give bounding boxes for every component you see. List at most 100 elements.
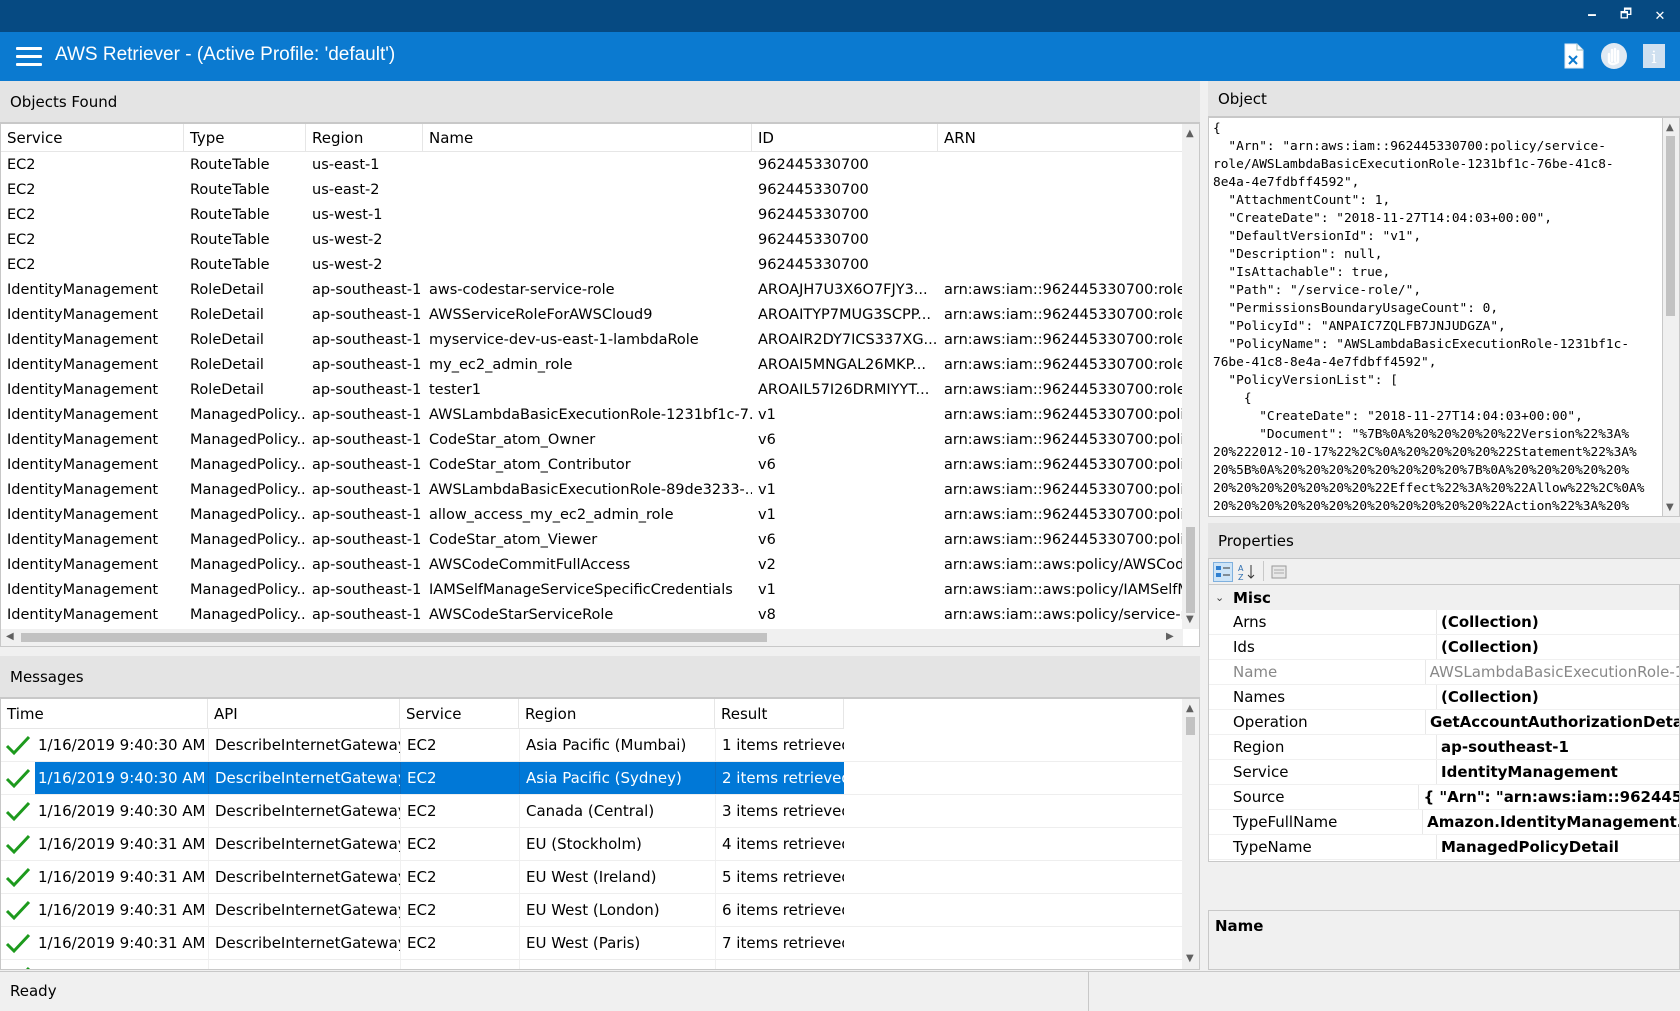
property-value[interactable]: (Collection) xyxy=(1437,685,1539,709)
scroll-left-icon[interactable]: ◀ xyxy=(6,631,14,642)
property-row[interactable]: Names (Collection) xyxy=(1209,685,1679,710)
property-row[interactable]: Operation GetAccountAuthorizationDetail xyxy=(1209,710,1679,735)
property-row[interactable]: Service IdentityManagement xyxy=(1209,760,1679,785)
close-button[interactable]: ✕ xyxy=(1640,0,1680,32)
column-header-service[interactable]: Service xyxy=(1,124,184,151)
table-row[interactable]: IdentityManagement ManagedPolicy... ap-sou… xyxy=(1,502,1183,527)
message-row[interactable]: 1/16/2019 9:40:30 AM DescribeInternetGate… xyxy=(1,795,1183,828)
properties-panel-title: Properties xyxy=(1218,531,1294,550)
table-cell: ap-southeast-1 xyxy=(312,281,422,298)
table-cell: ManagedPolicy... xyxy=(190,406,306,423)
table-row[interactable]: IdentityManagement ManagedPolicy... ap-sou… xyxy=(1,577,1183,602)
table-cell: arn:aws:iam::962445330700:role/r xyxy=(944,356,1183,373)
property-value[interactable]: (Collection) xyxy=(1437,610,1539,634)
property-value[interactable]: Amazon.IdentityManagement.M xyxy=(1423,810,1679,834)
column-header-id[interactable]: ID xyxy=(752,124,938,151)
table-row[interactable]: EC2 RouteTable us-west-2 962445330700 xyxy=(1,252,1183,277)
table-row[interactable]: IdentityManagement RoleDetail ap-southeast… xyxy=(1,302,1183,327)
table-row[interactable]: IdentityManagement ManagedPolicy... ap-sou… xyxy=(1,527,1183,552)
message-cell: EC2 xyxy=(400,894,519,926)
table-cell: ManagedPolicy... xyxy=(190,581,306,598)
object-vscroll-thumb[interactable] xyxy=(1666,136,1675,316)
property-value[interactable]: AWSLambdaBasicExecutionRole-12 xyxy=(1426,660,1679,684)
table-row[interactable]: IdentityManagement ManagedPolicy... ap-sou… xyxy=(1,602,1183,627)
property-row[interactable]: TypeName ManagedPolicyDetail xyxy=(1209,835,1679,860)
property-value[interactable]: IdentityManagement xyxy=(1437,760,1618,784)
property-category-misc[interactable]: ⌄ Misc xyxy=(1209,585,1679,610)
table-row[interactable]: EC2 RouteTable us-west-2 962445330700 xyxy=(1,227,1183,252)
message-row[interactable]: 1/16/2019 9:40:31 AMDescribeInternetGate… xyxy=(1,861,1183,894)
property-value[interactable]: ap-southeast-1 xyxy=(1437,735,1569,759)
scroll-right-icon[interactable]: ▶ xyxy=(1166,631,1174,642)
toolbar-separator xyxy=(1263,561,1264,581)
message-row[interactable]: 1/16/2019 9:40:31 AMDescribeInternetGate… xyxy=(1,894,1183,927)
table-cell: AROAIR2DY7ICS337XG... xyxy=(758,331,938,348)
property-row[interactable]: Arns (Collection) xyxy=(1209,610,1679,635)
property-pages-button[interactable] xyxy=(1269,562,1289,582)
property-value[interactable]: GetAccountAuthorizationDetail xyxy=(1426,710,1679,734)
table-row[interactable]: IdentityManagement RoleDetail ap-southeast… xyxy=(1,377,1183,402)
scroll-up-icon[interactable]: ▲ xyxy=(1186,703,1194,714)
hamburger-icon[interactable] xyxy=(16,47,42,67)
message-row[interactable]: 1/16/2019 9:40:31 AMDescribeInternetGate… xyxy=(1,828,1183,861)
scroll-up-icon[interactable]: ▲ xyxy=(1186,128,1194,139)
column-header-service[interactable]: Service xyxy=(400,699,519,728)
property-row[interactable]: Name AWSLambdaBasicExecutionRole-12 xyxy=(1209,660,1679,685)
column-header-arn[interactable]: ARN xyxy=(938,124,1183,151)
objects-vscroll-thumb[interactable] xyxy=(1186,527,1195,613)
table-row[interactable]: EC2 RouteTable us-west-1 962445330700 xyxy=(1,202,1183,227)
property-pages-icon xyxy=(1271,565,1287,579)
message-row[interactable]: 1/16/2019 9:40:30 AM DescribeInternetGate… xyxy=(1,762,1183,795)
table-row[interactable]: IdentityManagement ManagedPolicy... ap-sou… xyxy=(1,427,1183,452)
property-row[interactable]: Source{ "Arn": "arn:aws:iam::96244533 xyxy=(1209,785,1679,810)
column-header-time[interactable]: Time xyxy=(1,699,208,728)
message-row[interactable]: 1/16/2019 9:40:31 AMDescribeInternetGate… xyxy=(1,927,1183,960)
scroll-up-icon[interactable]: ▲ xyxy=(1666,122,1674,133)
objects-vertical-scrollbar[interactable]: ▲ ▼ xyxy=(1182,124,1199,629)
messages-vertical-scrollbar[interactable]: ▲ ▼ xyxy=(1182,699,1199,969)
table-cell: RoleDetail xyxy=(190,331,264,348)
property-grid[interactable]: ⌄ Misc Arns (Collection) Ids (Collection) Na… xyxy=(1208,584,1680,862)
object-json-viewer[interactable]: { "Arn": "arn:aws:iam::962445330700:poli… xyxy=(1208,117,1663,517)
stop-button[interactable] xyxy=(1600,41,1628,71)
table-row[interactable]: IdentityManagement ManagedPolicy... ap-sou… xyxy=(1,452,1183,477)
objects-hscroll-thumb[interactable] xyxy=(21,633,767,642)
property-value[interactable]: (Collection) xyxy=(1437,635,1539,659)
table-row[interactable]: EC2 RouteTable us-east-1 962445330700 xyxy=(1,152,1183,177)
column-header-region[interactable]: Region xyxy=(519,699,715,728)
table-row[interactable]: IdentityManagement RoleDetail ap-southeast… xyxy=(1,327,1183,352)
table-row[interactable]: IdentityManagement RoleDetail ap-southeast… xyxy=(1,352,1183,377)
message-row[interactable]: 1/16/2019 9:40:30 AM DescribeInternetGate… xyxy=(1,729,1183,762)
scroll-down-icon[interactable]: ▼ xyxy=(1186,953,1194,964)
alphabetical-button[interactable]: AZ xyxy=(1237,562,1257,582)
table-row[interactable]: IdentityManagement ManagedPolicy... ap-sou… xyxy=(1,552,1183,577)
objects-grid[interactable]: Service Type Region Name ID ARN EC2 RouteTable… xyxy=(0,123,1200,647)
property-value[interactable]: ManagedPolicyDetail xyxy=(1437,835,1619,859)
column-header-api[interactable]: API xyxy=(208,699,400,728)
scroll-down-icon[interactable]: ▼ xyxy=(1186,614,1194,625)
table-row[interactable]: IdentityManagement ManagedPolicy... ap-sou… xyxy=(1,402,1183,427)
message-cell: EC2 xyxy=(400,960,519,969)
property-row[interactable]: Region ap-southeast-1 xyxy=(1209,735,1679,760)
message-row[interactable]: 1/16/2019 9:40:31 AMDescribeInternetGate… xyxy=(1,960,1183,969)
objects-horizontal-scrollbar[interactable]: ◀ ▶ xyxy=(1,629,1183,646)
messages-grid[interactable]: Time API Service Region Result 1/16/2019 9:4… xyxy=(0,698,1200,970)
table-row[interactable]: IdentityManagement ManagedPolicy... ap-sou… xyxy=(1,477,1183,502)
column-header-name[interactable]: Name xyxy=(423,124,752,151)
messages-panel-header: Messages xyxy=(0,656,1200,698)
chevron-down-icon[interactable]: ⌄ xyxy=(1209,591,1233,604)
messages-vscroll-thumb[interactable] xyxy=(1186,717,1195,735)
column-header-result[interactable]: Result xyxy=(715,699,844,728)
column-header-region[interactable]: Region xyxy=(306,124,423,151)
object-vertical-scrollbar[interactable]: ▲ ▼ xyxy=(1663,117,1680,517)
property-row[interactable]: Ids (Collection) xyxy=(1209,635,1679,660)
table-row[interactable]: IdentityManagement RoleDetail ap-southeast… xyxy=(1,277,1183,302)
table-row[interactable]: EC2 RouteTable us-east-2 962445330700 xyxy=(1,177,1183,202)
scroll-down-icon[interactable]: ▼ xyxy=(1666,502,1674,513)
property-value[interactable]: { "Arn": "arn:aws:iam::96244533 xyxy=(1419,785,1679,809)
column-header-type[interactable]: Type xyxy=(184,124,306,151)
categorized-button[interactable] xyxy=(1213,562,1233,582)
export-button[interactable] xyxy=(1560,41,1588,71)
property-row[interactable]: TypeFullName Amazon.IdentityManagement.M xyxy=(1209,810,1679,835)
info-button[interactable]: i xyxy=(1640,41,1668,71)
